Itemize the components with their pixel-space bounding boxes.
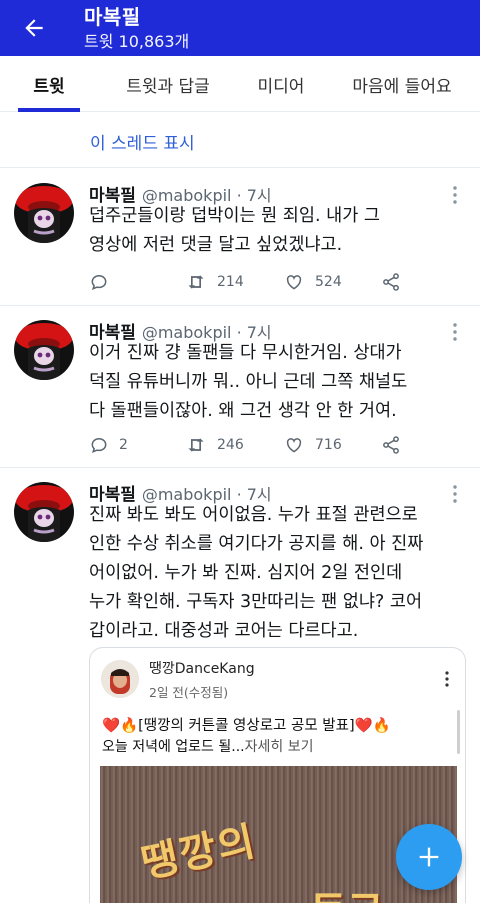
share-button[interactable] (381, 432, 411, 458)
back-arrow-icon (25, 19, 43, 37)
reply-icon (91, 437, 107, 453)
back-button[interactable] (14, 8, 54, 48)
tweet-actions: 2 246 716 (89, 432, 469, 458)
tweet-item[interactable]: 마복필 @mabokpil · 7시 덥주군들이랑 덥박이는 뭔 죄임. 내가 … (0, 169, 480, 306)
tweet-text: 진짜 봐도 봐도 어이없음. 누가 표절 관련으로 인한 수상 취소를 여기다가… (89, 505, 424, 641)
compose-tweet-button[interactable] (396, 824, 462, 890)
like-count: 716 (315, 437, 342, 453)
tab-label: 트윗과 답글 (126, 76, 210, 97)
tab-label: 트윗 (33, 76, 65, 97)
heart-icon (286, 438, 302, 453)
reply-button[interactable]: 2 (89, 432, 128, 458)
heart-icon (286, 275, 302, 290)
avatar-image (14, 482, 74, 542)
reply-icon (91, 274, 107, 290)
tweet-text: 덥주군들이랑 덥박이는 뭔 죄임. 내가 그 영상에 저런 댓글 달고 싶었겠냐… (89, 206, 380, 255)
quoted-text-line-2: 오늘 저녁에 업로드 될...자세히 보기 (102, 736, 313, 756)
avatar[interactable] (14, 183, 74, 243)
quoted-author-name: 땡깡DanceKang (149, 661, 255, 677)
quoted-text-line-1: ❤️🔥[땡깡의 커튼콜 영상로고 공모 발표]❤️🔥 (102, 718, 391, 734)
tweet-text: 이거 진짜 걍 돌팬들 다 무시한거임. 상대가 덕질 유튜버니까 뭐.. 아니… (89, 343, 408, 421)
share-icon (383, 436, 399, 454)
avatar[interactable] (14, 320, 74, 380)
tab-likes[interactable]: 마음에 들어요 (324, 56, 480, 112)
share-button[interactable] (381, 269, 411, 295)
quoted-more-icon[interactable] (443, 670, 451, 688)
plus-icon (419, 847, 439, 867)
retweet-icon (188, 438, 204, 452)
tweet-count: 트윗 10,863개 (84, 32, 190, 51)
avatar[interactable] (14, 482, 74, 542)
reply-count: 2 (119, 437, 128, 453)
retweet-icon (188, 275, 204, 289)
like-count: 524 (315, 274, 342, 290)
quoted-avatar (101, 660, 139, 698)
tab-label: 마음에 들어요 (352, 76, 452, 97)
share-icon (383, 273, 399, 291)
quoted-avatar-image (101, 660, 139, 698)
tweet-actions: 214 524 (89, 269, 469, 295)
retweet-count: 214 (217, 274, 244, 290)
avatar-image (14, 320, 74, 380)
show-thread-link[interactable]: 이 스레드 표시 (0, 112, 480, 168)
tweet-item[interactable]: 마복필 @mabokpil · 7시 이거 진짜 걍 돌팬들 다 무시한거임. … (0, 306, 480, 468)
tab-tweets[interactable]: 트윗 (0, 56, 98, 112)
reply-button[interactable] (89, 269, 119, 295)
image-text-2: 트코 (310, 878, 384, 903)
quoted-text-snippet: 오늘 저녁에 업로드 될... (102, 739, 245, 755)
like-button[interactable]: 716 (283, 432, 342, 458)
app-header: 마복필 트윗 10,863개 (0, 0, 480, 56)
quoted-timestamp: 2일 전(수정됨) (149, 685, 229, 700)
retweet-button[interactable]: 214 (185, 269, 244, 295)
like-button[interactable]: 524 (283, 269, 342, 295)
image-text-1: 땡깡의 (137, 818, 261, 888)
tab-media[interactable]: 미디어 (238, 56, 324, 112)
profile-tabs: 트윗 트윗과 답글 미디어 마음에 들어요 (0, 56, 480, 112)
retweet-button[interactable]: 246 (185, 432, 244, 458)
tab-label: 미디어 (257, 76, 305, 97)
quoted-scrollbar (457, 710, 460, 754)
tab-tweets-and-replies[interactable]: 트윗과 답글 (98, 56, 238, 112)
retweet-count: 246 (217, 437, 244, 453)
avatar-image (14, 183, 74, 243)
see-more-link[interactable]: 자세히 보기 (245, 739, 314, 755)
profile-name: 마복필 (84, 5, 141, 29)
show-thread-label: 이 스레드 표시 (90, 134, 195, 154)
